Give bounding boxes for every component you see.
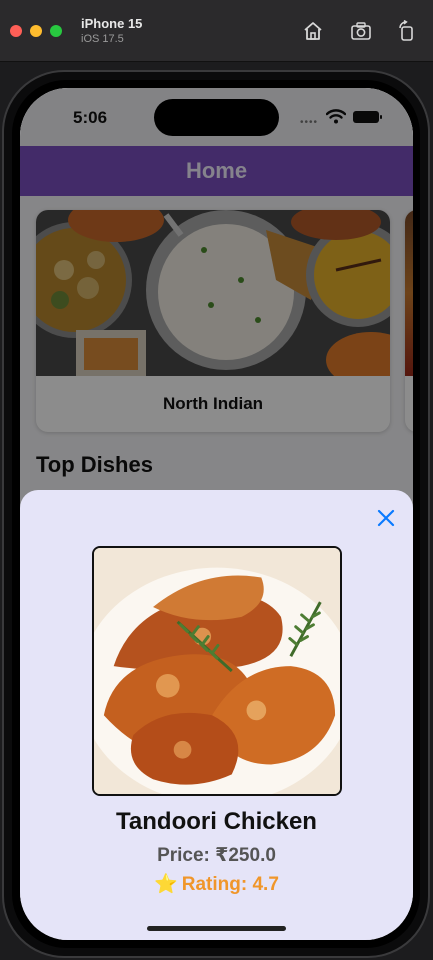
rating-text: Rating: 4.7 <box>181 874 279 895</box>
home-indicator[interactable] <box>147 926 286 931</box>
home-icon[interactable] <box>302 20 324 42</box>
dish-detail-sheet: Tandoori Chicken Price: ₹250.0 ⭐ Rating: … <box>20 490 413 940</box>
close-icon[interactable] <box>374 506 398 530</box>
dish-price: Price: ₹250.0 <box>157 845 276 866</box>
simulator-title-bar: iPhone 15 iOS 17.5 <box>0 0 433 62</box>
zoom-window-button[interactable] <box>50 25 62 37</box>
dish-rating: ⭐ Rating: 4.7 <box>20 872 413 896</box>
dish-name: Tandoori Chicken <box>116 808 317 835</box>
os-version: iOS 17.5 <box>81 33 124 45</box>
rotate-icon[interactable] <box>396 20 418 42</box>
phone-screen: 5:06 •••• Home North Indian Top Dishes T… <box>20 88 413 940</box>
screenshot-icon[interactable] <box>350 20 372 42</box>
tandoori-chicken-photo <box>94 548 340 794</box>
device-name: iPhone 15 <box>81 16 143 31</box>
star-icon: ⭐ <box>154 874 178 895</box>
close-window-button[interactable] <box>10 25 22 37</box>
minimize-window-button[interactable] <box>30 25 42 37</box>
dish-image-frame <box>92 546 342 796</box>
